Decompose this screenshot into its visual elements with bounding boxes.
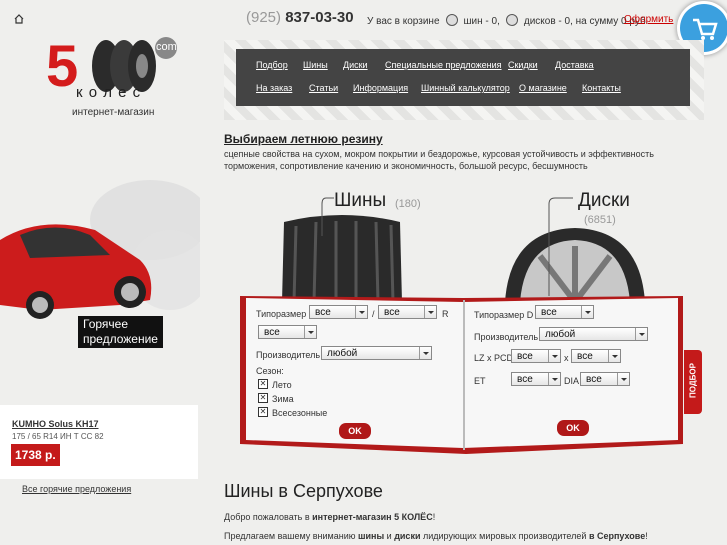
disk-x-label: x	[564, 353, 569, 363]
season-summer-checkbox[interactable]: ✕	[258, 379, 268, 389]
nav-about[interactable]: О магазине	[519, 83, 567, 93]
tire-profile-select[interactable]: все	[378, 305, 437, 319]
disk-pcd-select[interactable]: все	[571, 349, 621, 363]
tire-size-label: Типоразмер	[256, 309, 307, 319]
tire-r-label: R	[442, 309, 449, 319]
tire-maker-label: Производитель	[256, 350, 321, 360]
podbor-side-tab[interactable]: ПОДБОР	[684, 350, 702, 414]
nav-contacts[interactable]: Контакты	[582, 83, 621, 93]
disk-et-label: ET	[474, 376, 486, 386]
all-hot-offers-link[interactable]: Все горячие предложения	[22, 484, 131, 494]
disk-maker-select[interactable]: любой	[539, 327, 648, 341]
disk-maker-label: Производитель	[474, 332, 539, 342]
disk-icon	[505, 14, 518, 26]
phone-number: (925) 837-03-30	[246, 9, 354, 26]
nav-disks[interactable]: Диски	[343, 60, 368, 70]
article-title-link[interactable]: Выбираем летнюю резину	[224, 132, 383, 146]
logo-number: 5	[46, 34, 79, 99]
disk-d-select[interactable]: все	[535, 305, 594, 319]
tire-icon	[445, 14, 458, 26]
hot-product-card	[0, 405, 198, 479]
category-disks-link[interactable]: Диски	[578, 190, 630, 212]
tire-image[interactable]	[276, 212, 408, 302]
tire-search-ok-button[interactable]: OK	[339, 423, 371, 439]
category-tires-link[interactable]: Шины	[334, 190, 386, 212]
hot-product-price: 1738 р.	[11, 444, 60, 466]
season-winter-label: Зима	[272, 394, 294, 404]
article-summary: сцепные свойства на сухом, мокром покрыт…	[224, 149, 654, 171]
season-winter-checkbox[interactable]: ✕	[258, 393, 268, 403]
disks-pointer-line	[548, 197, 573, 296]
nav-discounts[interactable]: Скидки	[508, 60, 538, 70]
cart-summary: У вас в корзине шин - 0, дисков - 0, на су…	[367, 14, 649, 27]
tires-count: (180)	[395, 198, 421, 210]
nav-tires[interactable]: Шины	[303, 60, 328, 70]
nav-delivery[interactable]: Доставка	[555, 60, 594, 70]
welcome-text: Добро пожаловать в интернет-магазин 5 КО…	[224, 512, 436, 522]
hot-product-name[interactable]: KUMHO Solus KH17	[12, 419, 99, 429]
hot-product-spec: 175 / 65 R14 ИН Т СС 82	[12, 432, 104, 441]
tire-maker-select[interactable]: любой	[321, 346, 432, 360]
disk-lz-select[interactable]: все	[511, 349, 561, 363]
nav-special-offers[interactable]: Специальные предложения	[385, 60, 502, 70]
nav-podbor[interactable]: Подбор	[256, 60, 288, 70]
disk-pcd-label: LZ x PCD	[474, 353, 514, 363]
checkout-link[interactable]: Оформить	[624, 14, 673, 25]
hot-offer-label: Горячее предложение	[78, 316, 163, 348]
disk-search-ok-button[interactable]: OK	[557, 420, 589, 436]
season-label: Сезон:	[256, 366, 284, 376]
disk-image[interactable]	[500, 226, 650, 302]
offer-text: Предлагаем вашему вниманию шины и диски …	[224, 531, 648, 541]
disk-size-label: Типоразмер D	[474, 310, 534, 320]
tires-pointer-line	[321, 197, 334, 236]
season-summer-label: Лето	[272, 380, 292, 390]
nav-on-order[interactable]: На заказ	[256, 83, 292, 93]
logo-word: к о л е с	[76, 84, 142, 101]
tire-radius-select[interactable]: все	[258, 325, 317, 339]
nav-tire-calculator[interactable]: Шинный калькулятор	[421, 83, 510, 93]
home-icon[interactable]	[14, 14, 24, 24]
tire-width-select[interactable]: все	[309, 305, 368, 319]
disk-dia-label: DIA	[564, 376, 580, 386]
season-allseason-label: Всесезонные	[272, 408, 328, 418]
nav-articles[interactable]: Статьи	[309, 83, 338, 93]
page-heading: Шины в Серпухове	[224, 481, 383, 501]
disk-dia-select[interactable]: все	[580, 372, 630, 386]
nav-information[interactable]: Информация	[353, 83, 408, 93]
disk-et-select[interactable]: все	[511, 372, 561, 386]
tire-slash: /	[372, 309, 375, 319]
disks-count: (6851)	[584, 214, 616, 226]
season-allseason-checkbox[interactable]: ✕	[258, 407, 268, 417]
logo-com: com	[156, 41, 177, 53]
main-nav: Подбор Шины Диски Специальные предложени…	[236, 49, 690, 106]
logo-subtitle: интернет-магазин	[72, 107, 155, 118]
